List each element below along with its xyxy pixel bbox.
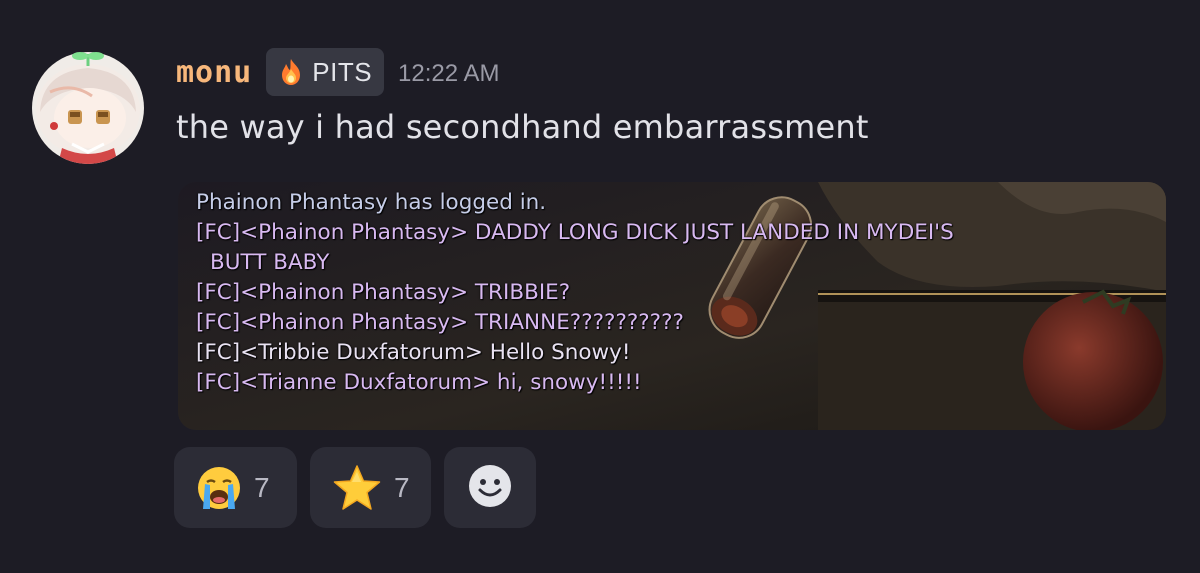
tag-label: PITS (312, 56, 373, 87)
message: monu PITS 12:22 AM the way i had secondh… (0, 0, 1200, 573)
server-tag[interactable]: PITS (266, 48, 385, 96)
message-header: monu PITS 12:22 AM (176, 48, 499, 96)
chat-line: [FC]<Phainon Phantasy> TRIANNE?????????? (196, 310, 684, 335)
reaction-count: 7 (394, 471, 410, 503)
username[interactable]: monu (176, 55, 252, 90)
add-reaction-button[interactable] (444, 447, 536, 528)
reaction-count: 7 (254, 471, 270, 503)
chibi-avatar-icon (32, 52, 144, 164)
reaction-loudly-crying[interactable]: 7 (174, 447, 297, 528)
chat-line: [FC]<Phainon Phantasy> TRIBBIE? (196, 280, 571, 305)
star-icon (332, 464, 382, 512)
timestamp[interactable]: 12:22 AM (398, 56, 499, 88)
chat-line: [FC]<Trianne Duxfatorum> hi, snowy!!!!! (196, 370, 642, 395)
reaction-star[interactable]: 7 (310, 447, 431, 528)
chat-line: [FC]<Phainon Phantasy> DADDY LONG DICK J… (196, 220, 954, 245)
reactions-bar: 7 7 (174, 447, 536, 528)
chat-line: Phainon Phantasy has logged in. (196, 190, 547, 215)
fire-icon (276, 57, 306, 87)
image-attachment[interactable]: Phainon Phantasy has logged in. [FC]<Pha… (178, 182, 1166, 430)
chat-log: Phainon Phantasy has logged in. [FC]<Pha… (196, 188, 954, 398)
avatar[interactable] (32, 52, 144, 164)
chat-line: [FC]<Tribbie Duxfatorum> Hello Snowy! (196, 340, 631, 365)
message-content: the way i had secondhand embarrassment (176, 108, 869, 146)
chat-line: BUTT BABY (210, 250, 330, 275)
loudly-crying-face-icon (196, 465, 242, 511)
smiley-add-reaction-icon (467, 463, 513, 513)
